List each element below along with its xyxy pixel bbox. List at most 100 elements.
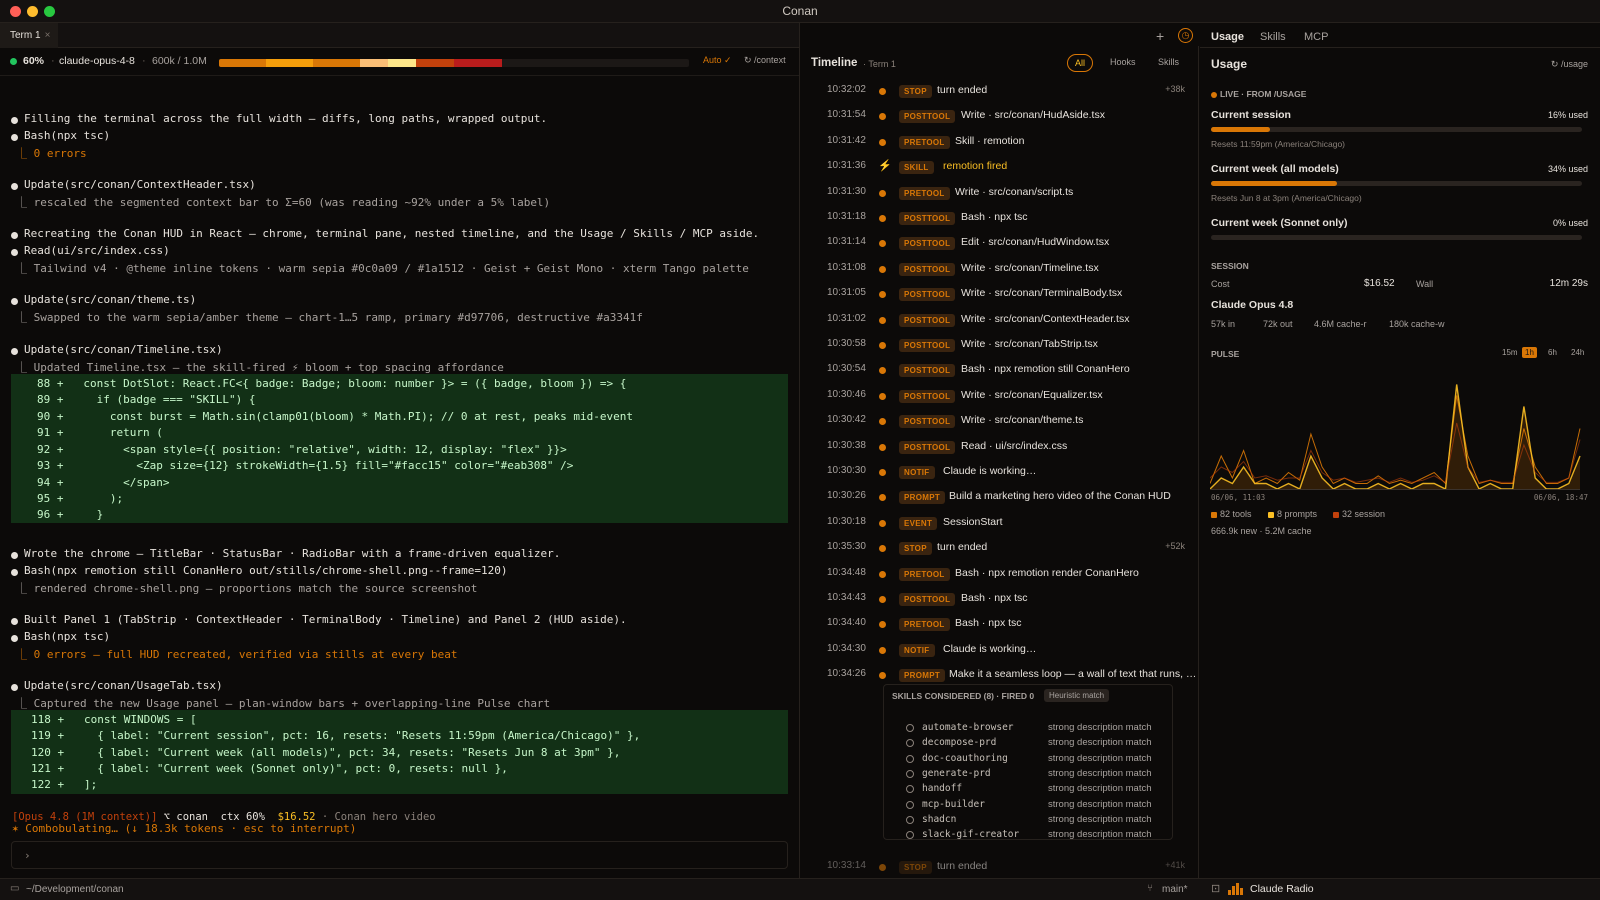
diff-line: 120 + { label: "Current week (all models… [31,746,621,759]
token-count: 600k / 1.0M [152,55,207,67]
usage-refresh-button[interactable]: ↻ /usage [1551,59,1588,70]
timeline-time: 10:34:30 [827,642,866,654]
filter-skills[interactable]: Skills [1158,57,1179,67]
skill-row: automate-browser strong description match [906,722,1166,737]
context-header: 60% · claude-opus-4-8 · 600k / 1.0M Auto… [0,48,799,76]
add-tab-icon[interactable]: + [1156,28,1164,44]
skill-desc: strong description match [1048,752,1152,764]
timeline-row[interactable]: 10:31:05 POSTTOOL Write · src/conan/Termin… [801,287,1199,307]
status-cost: $16.52 [277,811,316,823]
session-label: SESSION [1211,261,1249,271]
timeline-row[interactable]: 10:34:40 PRETOOL Bash · npx tsc [801,617,1199,637]
heuristic-badge: Heuristic match [1044,689,1110,702]
event-text: Build a marketing hero video of the Cona… [949,490,1171,503]
skill-desc: strong description match [1048,783,1152,795]
timeline-row[interactable]: 10:32:02 STOP turn ended +38k [801,84,1199,104]
range-1h[interactable]: 1h [1522,347,1537,358]
timeline-row[interactable]: 10:30:46 POSTTOOL Write · src/conan/Equali… [801,389,1199,409]
range-6h[interactable]: 6h [1545,347,1560,358]
terminal-line: Bash(npx tsc) [24,129,111,142]
timeline-row[interactable]: 10:30:58 POSTTOOL Write · src/conan/TabStr… [801,338,1199,358]
tokens-cache-read: 4.6M cache-r [1314,319,1367,329]
timeline-row[interactable]: 10:35:30 STOP turn ended +52k [801,541,1199,561]
timeline-row[interactable]: 10:34:43 POSTTOOL Bash · npx tsc [801,592,1199,612]
timeline-row[interactable]: 10:34:48 PRETOOL Bash · npx remotion rende… [801,567,1199,587]
event-badge: PROMPT [899,669,946,683]
timeline-row[interactable]: 10:30:18 EVENT SessionStart [801,516,1199,536]
timeline-row[interactable]: 10:30:42 POSTTOOL Write · src/conan/theme.… [801,414,1199,434]
equalizer-icon [1228,883,1244,895]
range-15m[interactable]: 15m [1499,347,1521,358]
window-label: Current week (Sonnet only) [1211,217,1348,229]
window-bar [1211,181,1582,186]
prompt-caret-icon: › [24,849,31,862]
radio-label[interactable]: Claude Radio [1250,883,1314,895]
equalizer-bar [1236,883,1239,895]
bullet-icon [11,618,18,625]
status-line: [Opus 4.8 (1M context)] ⌥ conan ctx 60% … [12,811,436,823]
event-dot-icon [879,443,886,451]
terminal-line: Bash(npx tsc) [24,630,111,643]
timeline-row[interactable]: 10:30:26 PROMPT Build a marketing hero vid… [801,490,1199,510]
history-icon[interactable]: ◷ [1178,28,1193,43]
event-badge: EVENT [899,516,938,530]
aside-tabs: Usage Skills MCP [1200,23,1600,48]
timeline-row[interactable]: 10:30:38 POSTTOOL Read · ui/src/index.css [801,440,1199,460]
terminal-output: ⎿ rescaled the segmented context bar to … [16,196,551,209]
timeline-row[interactable]: 10:31:18 POSTTOOL Bash · npx tsc [801,211,1199,231]
timeline-row[interactable]: 10:31:36 ⚡ SKILL remotion fired [801,160,1199,180]
tab-mcp[interactable]: MCP [1304,31,1328,43]
timeline-time: 10:30:26 [827,490,866,502]
timeline-row[interactable]: 10:31:54 POSTTOOL Write · src/conan/HudAsi… [801,109,1199,129]
filter-all[interactable]: All [1067,54,1093,72]
diff-line: 88 + const DotSlot: React.FC<{ badge: Ba… [37,377,627,390]
filter-hooks[interactable]: Hooks [1110,57,1136,67]
status-branch: ⌥ conan [163,811,208,823]
bullet-icon [11,552,18,559]
terminal-line: Update(src/conan/Timeline.tsx) [24,343,223,356]
timeline-time: 10:30:18 [827,515,866,527]
tab-term-1[interactable]: Term 1 × [0,23,58,48]
sidebar-toggle-icon[interactable]: ⊡ [1211,882,1220,895]
timeline-row[interactable]: 10:31:14 POSTTOOL Edit · src/conan/HudWind… [801,236,1199,256]
event-badge: POSTTOOL [899,593,956,606]
timeline-row[interactable]: 10:31:08 POSTTOOL Write · src/conan/Timeli… [801,262,1199,282]
event-badge: POSTTOOL [899,415,956,429]
event-badge: PROMPT [899,491,946,505]
timeline-row[interactable]: 10:31:30 PRETOOL Write · src/conan/script.… [801,186,1199,206]
prompt-input[interactable]: › [11,841,788,869]
tab-usage[interactable]: Usage [1211,31,1244,43]
terminal-body[interactable]: Filling the terminal across the full wid… [0,89,799,869]
timeline-row[interactable]: 10:31:02 POSTTOOL Write · src/conan/Contex… [801,313,1199,333]
close-tab-icon[interactable]: × [45,30,51,41]
cost-label: Cost [1211,279,1230,289]
event-meta: +38k [1165,84,1185,94]
range-24h[interactable]: 24h [1568,347,1587,358]
event-dot-icon [879,621,886,629]
event-badge: PRETOOL [899,567,950,581]
timeline-row[interactable]: 10:31:42 PRETOOL Skill · remotion [801,135,1199,155]
status-model: [Opus 4.8 (1M context)] [12,811,158,823]
event-dot-icon [879,215,886,222]
timeline-row[interactable]: 10:33:14 STOP turn ended +41k [801,860,1199,880]
context-command-button[interactable]: ↻ /context [744,55,786,66]
tab-skills[interactable]: Skills [1260,31,1286,43]
timeline-row[interactable]: 10:30:30 NOTIF Claude is working… [801,465,1199,485]
window-bar-fill [1211,127,1271,132]
window-resets: Resets Jun 8 at 3pm (America/Chicago) [1211,193,1362,203]
skill-status-icon [906,769,914,778]
event-badge: POSTTOOL [899,313,956,327]
context-percent: 60% [23,55,45,67]
window-title: Conan [782,4,818,18]
status-dot-icon [10,58,17,65]
event-text: Write · src/conan/theme.ts [961,414,1084,427]
skill-name: doc-coauthoring [922,752,1008,764]
timeline-row[interactable]: 10:34:30 NOTIF Claude is working… [801,643,1199,663]
event-text: Edit · src/conan/HudWindow.tsx [961,236,1110,249]
auto-toggle[interactable]: Auto ✓ [703,55,732,66]
terminal-output: ⎿ Tailwind v4 · @theme inline tokens · w… [16,262,749,275]
event-dot-icon [879,113,886,121]
event-text: Write · src/conan/script.ts [955,185,1074,198]
event-dot-icon [879,367,886,375]
timeline-row[interactable]: 10:30:54 POSTTOOL Bash · npx remotion stil… [801,363,1199,383]
